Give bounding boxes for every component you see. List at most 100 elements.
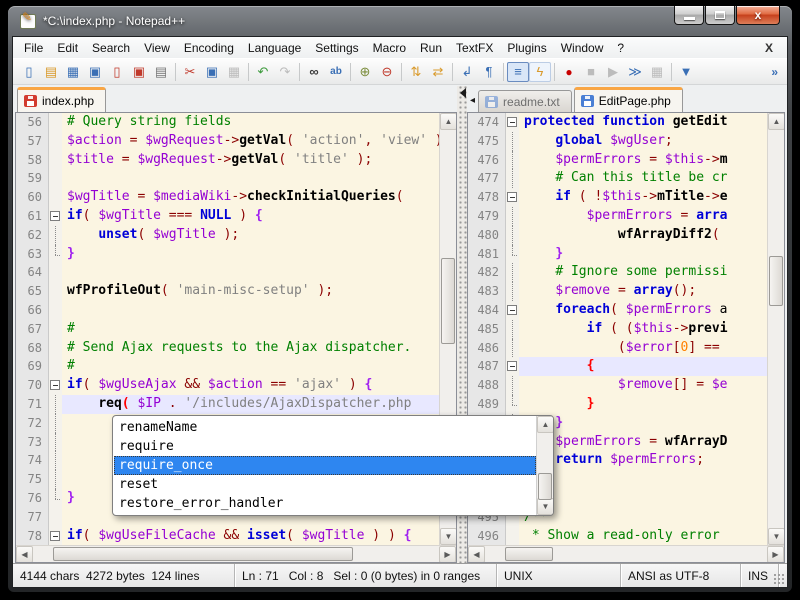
scroll-right-icon[interactable]: ▶ xyxy=(439,546,456,563)
menu-item-help[interactable]: ? xyxy=(610,39,631,57)
fold-collapse-button[interactable] xyxy=(50,531,60,541)
menu-item-run[interactable]: Run xyxy=(413,39,449,57)
code-line-484[interactable]: 484 foreach( $permErrors a xyxy=(468,301,767,320)
menu-item-search[interactable]: Search xyxy=(85,39,137,57)
right-vscroll-thumb[interactable] xyxy=(769,256,783,306)
code-line-70[interactable]: 70if( $wgUseAjax && $action == 'ajax' ) … xyxy=(16,376,439,395)
autocomplete-item[interactable]: require xyxy=(114,437,536,456)
print-icon[interactable]: ▤ xyxy=(150,62,172,82)
fold-collapse-button[interactable] xyxy=(507,361,517,371)
code-line-485[interactable]: 485 if ( ($this->previ xyxy=(468,320,767,339)
paste-icon[interactable]: ▦ xyxy=(223,62,245,82)
tab-index-php[interactable]: index.php xyxy=(17,87,106,112)
code-line-477[interactable]: 477 # Can this title be cr xyxy=(468,169,767,188)
autocomplete-item[interactable]: reset xyxy=(114,475,536,494)
tab-readme-txt[interactable]: readme.txt xyxy=(478,90,572,112)
new-file-icon[interactable]: ▯ xyxy=(18,62,40,82)
toolbar-overflow-chevron[interactable]: » xyxy=(767,65,782,79)
save-file-icon[interactable]: ▦ xyxy=(62,62,84,82)
code-line-59[interactable]: 59 xyxy=(16,169,439,188)
code-line-481[interactable]: 481 } xyxy=(468,245,767,264)
left-horizontal-scrollbar[interactable]: ◀ ▶ xyxy=(16,545,456,562)
open-file-icon[interactable]: ▤ xyxy=(40,62,62,82)
right-hscroll-thumb[interactable] xyxy=(505,547,553,561)
code-line-478[interactable]: 478 if ( !$this->mTitle->e xyxy=(468,188,767,207)
tab-scroll-left-icon[interactable]: ◂ xyxy=(470,95,475,106)
menu-item-file[interactable]: File xyxy=(17,39,50,57)
code-line-71[interactable]: 71 req( $IP . '/includes/AjaxDispatcher.… xyxy=(16,395,439,414)
menu-item-encoding[interactable]: Encoding xyxy=(177,39,241,57)
left-hscroll-thumb[interactable] xyxy=(53,547,353,561)
code-line-487[interactable]: 487 { xyxy=(468,357,767,376)
fold-collapse-button[interactable] xyxy=(507,117,517,127)
menu-item-textfx[interactable]: TextFX xyxy=(449,39,500,57)
zoom-out-icon[interactable]: ⊖ xyxy=(376,62,398,82)
code-line-60[interactable]: 60$wgTitle = $mediaWiki->checkInitialQue… xyxy=(16,188,439,207)
function-completion-icon[interactable]: ϟ xyxy=(529,62,551,82)
code-line-69[interactable]: 69# xyxy=(16,357,439,376)
code-line-474[interactable]: 474protected function getEdit xyxy=(468,113,767,132)
fold-collapse-button[interactable] xyxy=(507,192,517,202)
code-line-65[interactable]: 65wfProfileOut( 'main-misc-setup' ); xyxy=(16,282,439,301)
scroll-left-icon[interactable]: ◀ xyxy=(16,546,33,563)
code-line-66[interactable]: 66 xyxy=(16,301,439,320)
code-line-68[interactable]: 68# Send Ajax requests to the Ajax dispa… xyxy=(16,339,439,358)
close-all-icon[interactable]: ▣ xyxy=(128,62,150,82)
word-wrap-icon[interactable]: ↲ xyxy=(456,62,478,82)
zoom-in-icon[interactable]: ⊕ xyxy=(354,62,376,82)
run-macro-multiple-icon[interactable]: ≫ xyxy=(624,62,646,82)
code-line-479[interactable]: 479 $permErrors = arra xyxy=(468,207,767,226)
show-all-characters-icon[interactable]: ¶ xyxy=(478,62,500,82)
code-line-480[interactable]: 480 wfArrayDiff2( xyxy=(468,226,767,245)
scroll-to-end-icon[interactable]: ▼ xyxy=(675,62,697,82)
code-line-475[interactable]: 475 global $wgUser; xyxy=(468,132,767,151)
scroll-left-icon[interactable]: ◀ xyxy=(468,546,485,563)
titlebar[interactable]: ✎ *C:\index.php - Notepad++ x xyxy=(8,6,792,36)
scroll-up-icon[interactable]: ▲ xyxy=(537,416,554,433)
record-macro-icon[interactable]: ● xyxy=(558,62,580,82)
replace-icon[interactable]: ab xyxy=(325,62,347,82)
code-line-486[interactable]: 486 ($error[0] == xyxy=(468,339,767,358)
menu-item-plugins[interactable]: Plugins xyxy=(500,39,553,57)
autocomplete-item[interactable]: restore_error_handler xyxy=(114,494,536,513)
code-line-61[interactable]: 61if( $wgTitle === NULL ) { xyxy=(16,207,439,226)
code-line-67[interactable]: 67# xyxy=(16,320,439,339)
tab-editpage-php[interactable]: EditPage.php xyxy=(574,87,683,112)
menubar-close-button[interactable]: X xyxy=(759,41,779,55)
scroll-up-icon[interactable]: ▲ xyxy=(768,113,784,130)
scroll-up-icon[interactable]: ▲ xyxy=(440,113,456,130)
resize-grip[interactable] xyxy=(779,564,787,587)
minimize-button[interactable] xyxy=(674,6,704,25)
code-line-64[interactable]: 64 xyxy=(16,263,439,282)
code-line-483[interactable]: 483 $remove = array(); xyxy=(468,282,767,301)
code-line-62[interactable]: 62 unset( $wgTitle ); xyxy=(16,226,439,245)
play-macro-icon[interactable]: ▶ xyxy=(602,62,624,82)
right-horizontal-scrollbar[interactable]: ◀ ▶ xyxy=(468,545,784,562)
menu-item-edit[interactable]: Edit xyxy=(50,39,85,57)
menu-item-language[interactable]: Language xyxy=(241,39,308,57)
scroll-down-icon[interactable]: ▼ xyxy=(537,498,554,515)
menu-item-window[interactable]: Window xyxy=(554,39,611,57)
undo-icon[interactable]: ↶ xyxy=(252,62,274,82)
code-line-57[interactable]: 57$action = $wgRequest->getVal( 'action'… xyxy=(16,132,439,151)
autocomplete-item[interactable]: require_once xyxy=(114,456,536,475)
code-line-476[interactable]: 476 $permErrors = $this->m xyxy=(468,151,767,170)
code-line-488[interactable]: 488 $remove[] = $e xyxy=(468,376,767,395)
sync-horizontal-scroll-icon[interactable]: ⇄ xyxy=(427,62,449,82)
redo-icon[interactable]: ↷ xyxy=(274,62,296,82)
close-file-icon[interactable]: ▯ xyxy=(106,62,128,82)
autocomplete-item[interactable]: renameName xyxy=(114,418,536,437)
right-vertical-scrollbar[interactable]: ▲ ▼ xyxy=(767,113,784,545)
menu-item-view[interactable]: View xyxy=(137,39,177,57)
find-icon[interactable]: ∞ xyxy=(303,62,325,82)
code-line-56[interactable]: 56# Query string fields xyxy=(16,113,439,132)
code-line-482[interactable]: 482 # Ignore some permissi xyxy=(468,263,767,282)
menu-item-settings[interactable]: Settings xyxy=(308,39,365,57)
indent-guide-icon[interactable]: ≡ xyxy=(507,62,529,82)
code-line-496[interactable]: 496 * Show a read-only error xyxy=(468,527,767,545)
close-button[interactable]: x xyxy=(736,6,780,25)
save-all-icon[interactable]: ▣ xyxy=(84,62,106,82)
cut-icon[interactable]: ✂ xyxy=(179,62,201,82)
maximize-button[interactable] xyxy=(705,6,735,25)
autocomplete-scrollbar[interactable]: ▲ ▼ xyxy=(536,416,553,515)
